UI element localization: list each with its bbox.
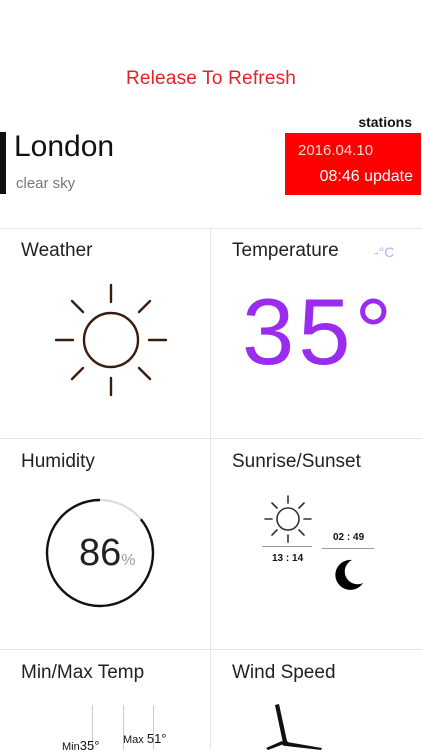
sunset-underline [322, 548, 374, 549]
divider [210, 228, 211, 750]
sun-tile-title: Sunrise/Sunset [232, 451, 361, 472]
min-temp: Min35° [62, 738, 100, 753]
humidity-value: 86% [79, 532, 136, 574]
pull-to-refresh-label: Release To Refresh [125, 68, 297, 89]
update-time: 08:46 update [319, 168, 413, 185]
wind-tile-title: Wind Speed [232, 662, 336, 683]
update-box: 2016.04.10 08:46 update [285, 133, 421, 195]
weather-condition: clear sky [16, 175, 76, 192]
weather-tile-title: Weather [21, 240, 93, 261]
sunset-time: 02 : 49 [333, 532, 365, 543]
temperature-value: 35° [242, 279, 397, 384]
temperature-tile-title: Temperature [232, 240, 339, 261]
divider [0, 649, 422, 650]
max-temp: Max 51° [123, 731, 167, 746]
sunrise-underline [262, 546, 312, 547]
sunrise-icon [264, 495, 312, 543]
minmax-tile-title: Min/Max Temp [21, 662, 145, 683]
sunrise-time: 13 : 14 [272, 553, 304, 564]
divider [0, 438, 422, 439]
sun-icon [54, 283, 168, 397]
humidity-tile-title: Humidity [21, 451, 95, 472]
humidity-unit: % [121, 552, 136, 569]
temperature-unit[interactable]: -°C [374, 244, 394, 260]
city-name: London [14, 130, 115, 163]
moon-icon [335, 559, 363, 590]
update-date: 2016.04.10 [298, 142, 374, 159]
city-accent-bar [0, 132, 6, 194]
divider [0, 228, 422, 229]
wind-turbine-icon [266, 704, 322, 750]
stations-link[interactable]: stations [358, 114, 412, 130]
